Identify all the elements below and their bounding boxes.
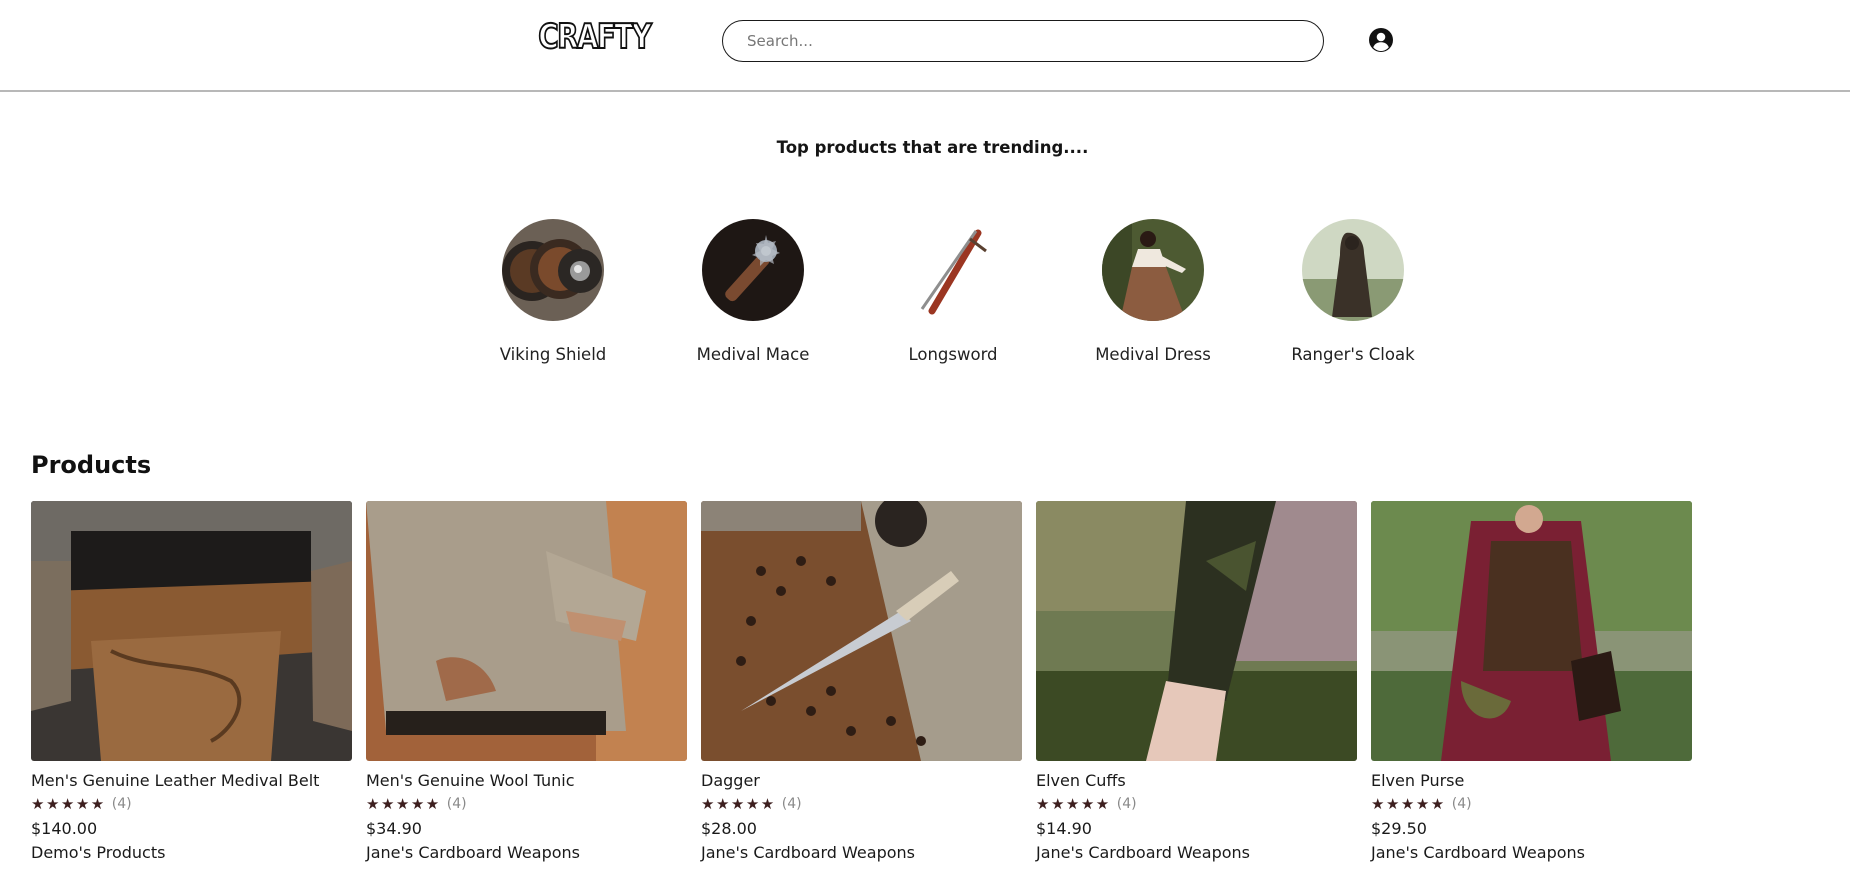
trending-label: Medival Mace <box>696 345 810 364</box>
trending-label: Viking Shield <box>499 345 607 364</box>
trending-item-medival-mace[interactable]: Medival Mace <box>668 219 838 364</box>
product-image-leather-belt[interactable] <box>31 501 352 761</box>
medival-mace-image <box>702 219 804 321</box>
product-seller[interactable]: Jane's Cardboard Weapons <box>701 843 1022 862</box>
trending-label: Ranger's Cloak <box>1291 345 1415 364</box>
product-seller[interactable]: Demo's Products <box>31 843 352 862</box>
products-heading: Products <box>31 451 152 479</box>
viking-shield-image <box>502 219 604 321</box>
product-name[interactable]: Men's Genuine Wool Tunic <box>366 771 687 790</box>
product-rating: ★★★★★ (4) <box>1036 795 1357 813</box>
product-image-elven-purse[interactable] <box>1371 501 1692 761</box>
medival-dress-image <box>1102 219 1204 321</box>
crafty-logo[interactable]: CRAFTY <box>537 16 652 58</box>
product-seller[interactable]: Jane's Cardboard Weapons <box>366 843 687 862</box>
user-circle-icon[interactable] <box>1368 27 1394 53</box>
search-input[interactable] <box>723 21 1323 61</box>
product-name[interactable]: Dagger <box>701 771 1022 790</box>
star-rating-icon: ★★★★★ <box>1371 795 1446 813</box>
product-rating: ★★★★★ (4) <box>31 795 352 813</box>
logo-text: CRAFTY <box>537 16 652 58</box>
search-bar[interactable] <box>722 20 1324 62</box>
longsword-image <box>902 219 1004 321</box>
product-card[interactable]: Elven Cuffs ★★★★★ (4) $14.90 Jane's Card… <box>1036 501 1357 862</box>
product-price: $14.90 <box>1036 819 1092 838</box>
product-price: $34.90 <box>366 819 422 838</box>
product-image-wool-tunic[interactable] <box>366 501 687 761</box>
product-image-dagger[interactable] <box>701 501 1022 761</box>
review-count: (4) <box>1451 796 1472 812</box>
trending-label: Medival Dress <box>1095 345 1211 364</box>
product-rating: ★★★★★ (4) <box>366 795 687 813</box>
product-price: $29.50 <box>1371 819 1427 838</box>
star-rating-icon: ★★★★★ <box>701 795 776 813</box>
star-rating-icon: ★★★★★ <box>31 795 106 813</box>
product-seller[interactable]: Jane's Cardboard Weapons <box>1036 843 1357 862</box>
site-header: CRAFTY <box>0 0 1850 92</box>
product-rating: ★★★★★ (4) <box>1371 795 1692 813</box>
trending-item-viking-shield[interactable]: Viking Shield <box>468 219 638 364</box>
review-count: (4) <box>1116 796 1137 812</box>
product-name[interactable]: Elven Cuffs <box>1036 771 1357 790</box>
product-card[interactable]: Dagger ★★★★★ (4) $28.00 Jane's Cardboard… <box>701 501 1022 862</box>
review-count: (4) <box>781 796 802 812</box>
trending-item-medival-dress[interactable]: Medival Dress <box>1068 219 1238 364</box>
product-rating: ★★★★★ (4) <box>701 795 1022 813</box>
product-card[interactable]: Elven Purse ★★★★★ (4) $29.50 Jane's Card… <box>1371 501 1692 862</box>
trending-item-rangers-cloak[interactable]: Ranger's Cloak <box>1268 219 1438 364</box>
trending-title: Top products that are trending.... <box>776 138 1089 157</box>
product-price: $140.00 <box>31 819 98 838</box>
product-seller[interactable]: Jane's Cardboard Weapons <box>1371 843 1692 862</box>
product-name[interactable]: Men's Genuine Leather Medival Belt <box>31 771 352 790</box>
product-card[interactable]: Men's Genuine Leather Medival Belt ★★★★★… <box>31 501 352 862</box>
review-count: (4) <box>111 796 132 812</box>
star-rating-icon: ★★★★★ <box>366 795 441 813</box>
product-image-elven-cuffs[interactable] <box>1036 501 1357 761</box>
trending-item-longsword[interactable]: Longsword <box>868 219 1038 364</box>
rangers-cloak-image <box>1302 219 1404 321</box>
product-price: $28.00 <box>701 819 757 838</box>
star-rating-icon: ★★★★★ <box>1036 795 1111 813</box>
trending-label: Longsword <box>908 345 998 364</box>
product-card[interactable]: Men's Genuine Wool Tunic ★★★★★ (4) $34.9… <box>366 501 687 862</box>
product-name[interactable]: Elven Purse <box>1371 771 1692 790</box>
review-count: (4) <box>446 796 467 812</box>
